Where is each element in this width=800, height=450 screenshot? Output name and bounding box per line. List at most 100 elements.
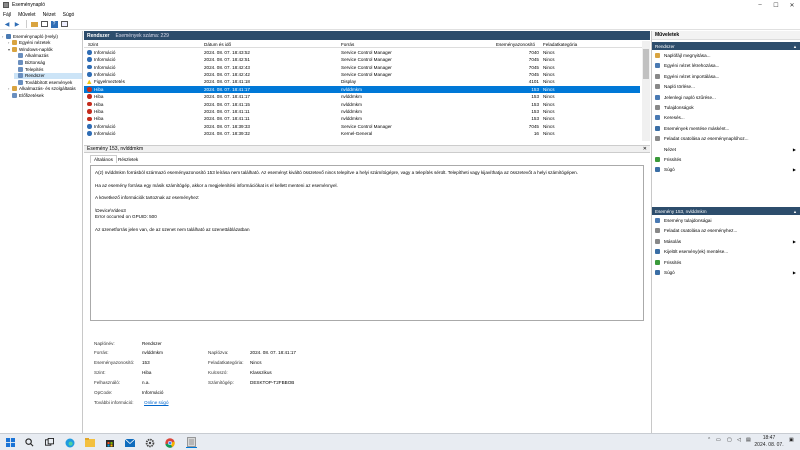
notification-icon[interactable]: ▣ [789, 437, 794, 443]
log-icon [12, 86, 17, 92]
cell-cat: Nincs [543, 79, 555, 85]
event-viewer-taskbar-icon[interactable] [186, 437, 197, 448]
action-item[interactable]: Keresés... [655, 114, 798, 121]
task-view-icon[interactable] [44, 437, 55, 448]
back-icon[interactable]: ◀ [3, 20, 11, 28]
col-level[interactable]: Szint [88, 42, 98, 47]
menu-file[interactable]: Fájl [3, 12, 11, 18]
action-item[interactable]: Súgó ▶ [655, 269, 798, 276]
tree-item[interactable]: › Alkalmazás- és szolgáltatás [8, 86, 82, 92]
log-icon [12, 40, 17, 46]
scrollbar-thumb[interactable] [643, 49, 649, 79]
help-icon[interactable]: ? [50, 20, 58, 28]
action-item[interactable]: Frissítés [655, 259, 798, 266]
network-icon[interactable]: ▭ [716, 437, 721, 443]
action-item[interactable]: Napló törlése... [655, 83, 798, 90]
table-row[interactable]: Információ 2024. 08. 07. 18:42:51 Service … [84, 56, 640, 63]
table-scrollbar[interactable] [642, 41, 650, 141]
edge-icon[interactable] [64, 437, 75, 448]
tree-item[interactable]: Továbbított események [14, 79, 82, 85]
action-item[interactable]: Feladat csatolása az eseménynaplóhoz... [655, 135, 798, 142]
chrome-icon[interactable] [164, 437, 175, 448]
action-item[interactable]: Egyéni nézet importálása... [655, 73, 798, 80]
tree-item[interactable]: Biztonság [14, 59, 82, 65]
info-icon [87, 57, 92, 62]
store-icon[interactable] [104, 437, 115, 448]
tree-item[interactable]: › Eseménynapló (Helyi) [2, 33, 82, 39]
cell-level: Hiba [94, 101, 104, 107]
tree-item[interactable]: Előfizetések [8, 92, 82, 98]
minimize-icon[interactable]: – [752, 0, 768, 10]
table-row[interactable]: Hiba 2024. 08. 07. 18:41:11 nvlddmkm 153 Nin… [84, 116, 640, 123]
maximize-icon[interactable]: ☐ [768, 0, 784, 10]
action-item[interactable]: Naplófájl megnyitása... [655, 52, 798, 59]
close-icon[interactable]: ✕ [643, 146, 647, 152]
collapse-icon[interactable]: ▲ [793, 209, 797, 214]
action-item[interactable]: Események mentése másként... [655, 125, 798, 132]
settings-icon[interactable] [144, 437, 155, 448]
table-row[interactable]: Információ 2024. 08. 07. 18:39:33 Service … [84, 123, 640, 130]
table-row[interactable]: Információ 2024. 08. 07. 18:39:32 Kernel-G… [84, 130, 640, 137]
panel2-icon[interactable] [60, 20, 68, 28]
close-icon[interactable]: ✕ [784, 0, 800, 10]
tree-item[interactable]: Rendszer [14, 72, 82, 79]
col-category[interactable]: Feladatkategória [543, 42, 577, 47]
table-row[interactable]: Hiba 2024. 08. 07. 18:41:17 nvlddmkm 153 Nin… [84, 93, 640, 100]
panel-icon[interactable] [40, 20, 48, 28]
col-source[interactable]: Forrás [341, 42, 354, 47]
field-user: n.a. [142, 380, 150, 385]
forward-icon[interactable]: ▶ [13, 20, 21, 28]
action-item[interactable]: Másolás ▶ [655, 238, 798, 245]
menu-view[interactable]: Nézet [43, 12, 56, 18]
table-row[interactable]: Figyelmeztetés 2024. 08. 07. 18:41:18 Disp… [84, 79, 640, 86]
menu-action[interactable]: Művelet [18, 12, 36, 18]
actions-section-event[interactable]: Esemény 153, nvlddmkm ▲ [652, 207, 800, 215]
col-date[interactable]: Dátum és idő [204, 42, 231, 47]
table-row[interactable]: Információ 2024. 08. 07. 18:43:52 Service … [84, 49, 640, 56]
file-explorer-icon[interactable] [84, 437, 95, 448]
display-icon[interactable]: ▢ [727, 437, 732, 443]
cell-date: 2024. 08. 07. 18:41:11 [204, 116, 250, 122]
tree-item[interactable]: › Egyéni nézetek [8, 40, 82, 46]
action-item[interactable]: Nézet ▶ [655, 146, 798, 153]
table-row[interactable]: Hiba 2024. 08. 07. 18:41:15 nvlddmkm 153 Nin… [84, 101, 640, 108]
menu-help[interactable]: Súgó [63, 12, 75, 18]
tray-chevron-icon[interactable]: ⌃ [707, 437, 711, 443]
action-item[interactable]: Frissítés [655, 156, 798, 163]
table-row[interactable]: Hiba 2024. 08. 07. 18:41:11 nvlddmkm 153 Nin… [84, 108, 640, 115]
tab-general[interactable]: Általános [90, 155, 117, 163]
field-log-name: Rendszer [142, 341, 162, 346]
online-help-link[interactable]: Online súgó [144, 400, 169, 405]
action-item[interactable]: Esemény tulajdonságai [655, 217, 798, 224]
volume-icon[interactable]: ◁ [737, 437, 741, 443]
tab-details[interactable]: Részletek [114, 155, 142, 163]
action-item[interactable]: Egyéni nézet létrehozása... [655, 62, 798, 69]
action-item[interactable]: Feladat csatolása az eseményhez... [655, 227, 798, 234]
desc-paragraph: A következő információk tartoznak az ese… [95, 195, 200, 200]
field-label: Eseményazonosító: [94, 360, 135, 365]
action-label: Egyéni nézet létrehozása... [664, 63, 720, 69]
actions-section-log[interactable]: Rendszer ▲ [652, 42, 800, 50]
mail-icon[interactable] [124, 437, 135, 448]
collapse-icon[interactable]: ▲ [793, 44, 797, 49]
table-row[interactable]: Hiba 2024. 08. 07. 18:41:17 nvlddmkm 153 Nin… [84, 86, 640, 93]
cell-source: Service Control Manager [341, 71, 392, 77]
tree-item[interactable]: ▾ Windows-naplók [8, 46, 82, 52]
search-icon[interactable] [24, 437, 35, 448]
tree-item[interactable]: Telepítés [14, 66, 82, 72]
table-row[interactable]: Információ 2024. 08. 07. 18:42:43 Service … [84, 64, 640, 71]
windows-start-icon[interactable] [5, 437, 16, 448]
cell-level: Információ [94, 57, 116, 63]
action-item[interactable]: Tulajdonságok [655, 104, 798, 111]
action-item[interactable]: Kijelölt esemény(ek) mentése... [655, 248, 798, 255]
table-row[interactable]: Információ 2024. 08. 07. 18:42:42 Service … [84, 71, 640, 78]
cell-date: 2024. 08. 07. 18:41:11 [204, 108, 250, 114]
action-item[interactable]: Jelenlegi napló szűrése... [655, 94, 798, 101]
cell-source: nvlddmkm [341, 86, 362, 92]
clock-time[interactable]: 18:47 [756, 435, 782, 441]
folder-icon[interactable] [30, 20, 38, 28]
action-item[interactable]: Súgó ▶ [655, 166, 798, 173]
tree-item[interactable]: Alkalmazás [14, 53, 82, 59]
col-id[interactable]: Eseményazonosító [496, 42, 535, 47]
clock-date[interactable]: 2024. 08. 07. [751, 442, 787, 448]
